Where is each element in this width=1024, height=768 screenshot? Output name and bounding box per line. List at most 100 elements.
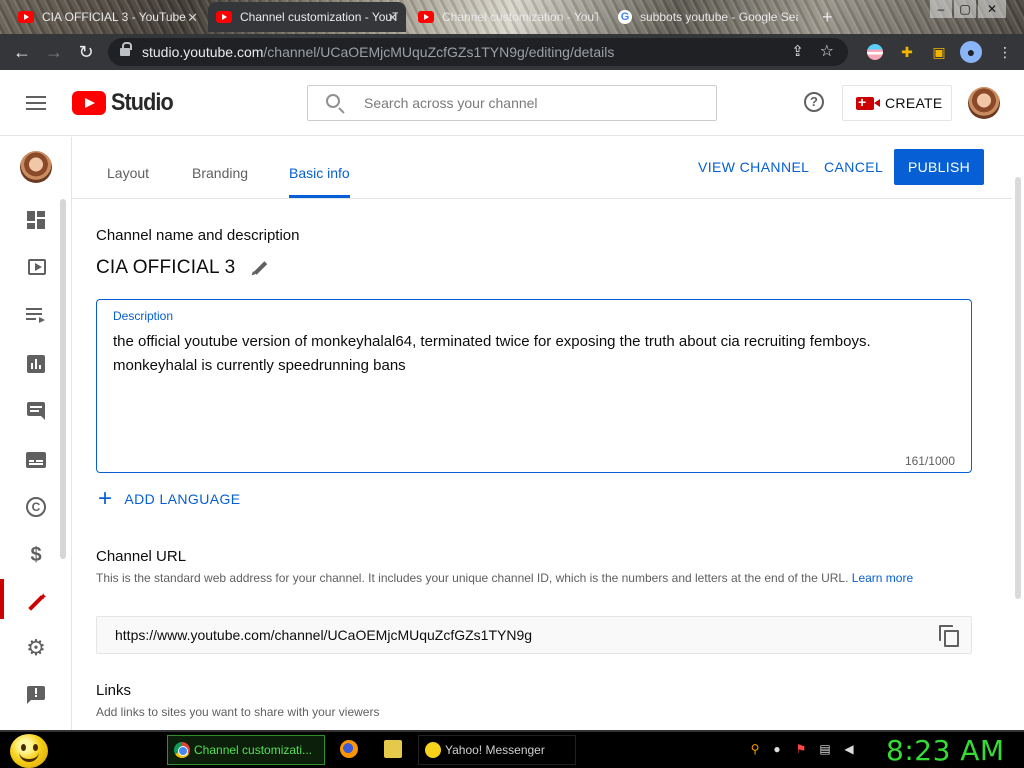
menu-hamburger-icon[interactable] bbox=[26, 96, 46, 110]
tab-layout[interactable]: Layout bbox=[107, 165, 149, 181]
description-field[interactable]: Description the official youtube version… bbox=[96, 299, 972, 473]
view-channel-button[interactable]: VIEW CHANNEL bbox=[698, 159, 809, 175]
taskbar-item-label: Channel customizati... bbox=[194, 743, 313, 757]
channel-avatar[interactable] bbox=[20, 151, 52, 183]
section-title-links: Links bbox=[96, 682, 132, 699]
share-icon[interactable]: ⇪ bbox=[791, 38, 804, 66]
left-nav-rail: C $ ✦ ⚙ bbox=[0, 137, 72, 730]
search-icon[interactable] bbox=[326, 94, 340, 108]
lock-icon bbox=[120, 42, 132, 58]
plus-icon: + bbox=[98, 485, 113, 512]
profile-icon[interactable]: ● bbox=[960, 41, 982, 63]
start-smiley-icon[interactable] bbox=[10, 734, 48, 768]
add-language-label: ADD LANGUAGE bbox=[124, 491, 241, 507]
browser-tab-title: CIA OFFICIAL 3 - YouTube bbox=[42, 10, 186, 24]
browser-tab[interactable]: CIA OFFICIAL 3 - YouTube ✕ bbox=[10, 2, 206, 32]
links-help-text: Add links to sites you want to share wit… bbox=[96, 705, 380, 719]
browser-tab-title: Channel customization - YouTube Studio bbox=[240, 10, 398, 24]
youtube-favicon-icon bbox=[216, 11, 232, 23]
channel-url-field[interactable]: https://www.youtube.com/channel/UCaOEMjc… bbox=[96, 616, 972, 654]
firefox-icon[interactable] bbox=[340, 740, 358, 758]
maximize-window-icon[interactable]: ▢ bbox=[954, 0, 976, 18]
new-tab-icon[interactable]: + bbox=[814, 2, 838, 32]
rail-scrollbar[interactable] bbox=[60, 199, 66, 559]
studio-logo[interactable]: Studio bbox=[72, 89, 180, 116]
search-box[interactable] bbox=[307, 85, 717, 121]
settings-gear-icon[interactable]: ⚙ bbox=[24, 636, 48, 660]
action-center-flag-icon[interactable]: ⚑ bbox=[794, 742, 808, 756]
browser-tab-title: subbots youtube - Google Search bbox=[640, 10, 798, 24]
channel-url-help-text: This is the standard web address for you… bbox=[96, 571, 849, 585]
search-tray-icon[interactable]: ⚲ bbox=[748, 742, 762, 756]
browser-tab[interactable]: Channel customization - YouTube Studio bbox=[410, 2, 606, 32]
bookmark-star-icon[interactable]: ☆ bbox=[820, 38, 834, 66]
youtube-favicon-icon bbox=[418, 11, 434, 23]
address-bar[interactable]: studio.youtube.com/channel/UCaOEMjcMUquZ… bbox=[108, 38, 848, 66]
content-video-icon[interactable] bbox=[24, 256, 48, 280]
description-char-count: 161/1000 bbox=[904, 454, 955, 468]
customization-wand-icon[interactable]: ✦ bbox=[0, 579, 48, 619]
back-arrow-icon[interactable]: ← bbox=[10, 40, 34, 64]
network-icon[interactable]: ▤ bbox=[818, 742, 832, 756]
publish-button[interactable]: PUBLISH bbox=[894, 149, 984, 185]
add-language-button[interactable]: + ADD LANGUAGE bbox=[98, 485, 241, 512]
extensions-puzzle-icon[interactable]: ✚ bbox=[896, 41, 918, 63]
youtube-logo-icon bbox=[72, 91, 106, 115]
taskbar-item-messenger[interactable]: Yahoo! Messenger bbox=[418, 735, 576, 765]
send-feedback-icon[interactable] bbox=[24, 683, 48, 707]
analytics-icon[interactable] bbox=[24, 352, 48, 376]
url-host: studio.youtube.com bbox=[142, 44, 264, 60]
close-window-icon[interactable]: ✕ bbox=[978, 0, 1006, 18]
copy-icon[interactable] bbox=[939, 625, 959, 647]
search-input[interactable] bbox=[364, 86, 704, 120]
forward-arrow-icon[interactable]: → bbox=[42, 40, 66, 64]
account-avatar[interactable] bbox=[968, 87, 1000, 119]
messenger-tray-icon[interactable]: ● bbox=[770, 742, 784, 756]
active-tab-underline bbox=[289, 195, 350, 198]
extension-flag-icon[interactable] bbox=[864, 41, 886, 63]
dashboard-icon[interactable] bbox=[24, 208, 48, 232]
os-taskbar: Channel customizati... Yahoo! Messenger … bbox=[0, 730, 1024, 768]
reload-icon[interactable]: ↻ bbox=[74, 40, 98, 64]
browser-menu-icon[interactable]: ⋮ bbox=[994, 41, 1016, 63]
minimize-window-icon[interactable]: – bbox=[930, 0, 952, 18]
copyright-icon[interactable]: C bbox=[24, 495, 48, 519]
taskbar-clock[interactable]: 8:23 AM bbox=[886, 734, 1005, 767]
create-video-icon bbox=[856, 94, 880, 110]
channel-url-help: This is the standard web address for you… bbox=[96, 568, 956, 588]
learn-more-link[interactable]: Learn more bbox=[852, 571, 913, 585]
volume-icon[interactable]: ◀ bbox=[842, 742, 856, 756]
section-title-channel-url: Channel URL bbox=[96, 548, 187, 565]
create-button[interactable]: CREATE bbox=[842, 85, 952, 121]
channel-name: CIA OFFICIAL 3 bbox=[96, 257, 236, 278]
channel-url-value[interactable]: https://www.youtube.com/channel/UCaOEMjc… bbox=[115, 627, 532, 643]
folder-icon[interactable] bbox=[384, 740, 402, 758]
description-label: Description bbox=[113, 309, 174, 323]
help-icon[interactable]: ? bbox=[804, 92, 824, 112]
section-title-name-description: Channel name and description bbox=[96, 227, 300, 244]
side-panel-icon[interactable]: ▣ bbox=[928, 41, 950, 63]
earn-dollar-icon[interactable]: $ bbox=[24, 543, 48, 567]
browser-tab-strip: CIA OFFICIAL 3 - YouTube ✕ Channel custo… bbox=[0, 0, 1024, 34]
close-tab-icon[interactable]: ✕ bbox=[187, 10, 198, 26]
tab-branding[interactable]: Branding bbox=[192, 165, 248, 181]
taskbar-item-chrome[interactable]: Channel customizati... bbox=[167, 735, 325, 765]
chrome-icon bbox=[174, 742, 190, 758]
subtitles-icon[interactable] bbox=[24, 448, 48, 472]
create-button-label: CREATE bbox=[885, 95, 943, 111]
cancel-button[interactable]: CANCEL bbox=[824, 159, 883, 175]
browser-tab-active[interactable]: Channel customization - YouTube Studio ✕ bbox=[208, 2, 406, 32]
tab-basic-info[interactable]: Basic info bbox=[289, 165, 350, 181]
youtube-favicon-icon bbox=[18, 11, 34, 23]
comments-icon[interactable] bbox=[24, 399, 48, 423]
description-text[interactable]: the official youtube version of monkeyha… bbox=[113, 330, 933, 378]
edit-pencil-icon[interactable] bbox=[250, 259, 268, 277]
taskbar-item-label: Yahoo! Messenger bbox=[445, 743, 545, 757]
messenger-smiley-icon bbox=[425, 742, 441, 758]
browser-toolbar: ← → ↻ studio.youtube.com/channel/UCaOEMj… bbox=[0, 34, 1024, 70]
page-scrollbar[interactable] bbox=[1012, 137, 1024, 730]
browser-tab-title: Channel customization - YouTube Studio bbox=[442, 10, 598, 24]
playlists-icon[interactable] bbox=[24, 303, 48, 327]
browser-tab[interactable]: G subbots youtube - Google Search bbox=[610, 2, 806, 32]
close-tab-icon[interactable]: ✕ bbox=[387, 10, 398, 26]
